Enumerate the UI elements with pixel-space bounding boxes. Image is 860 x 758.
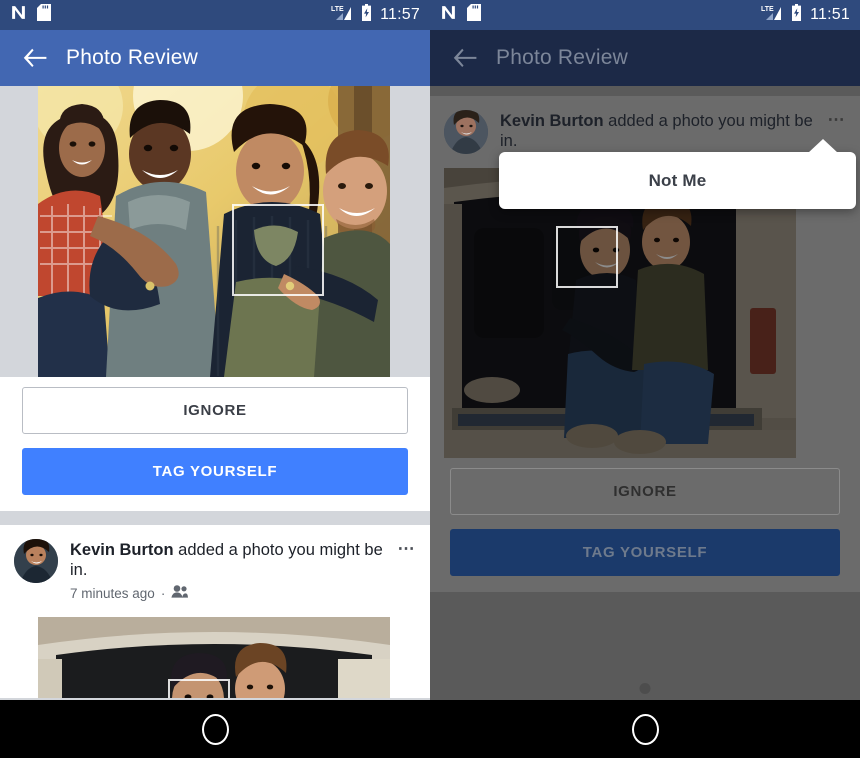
post-photo-suv-couple[interactable]	[430, 168, 860, 458]
back-arrow-icon[interactable]	[18, 41, 52, 75]
phone-screen-right: LTE 11:51 Photo Review Kevin Burton adde…	[430, 0, 860, 758]
phone-screen-left: LTE 11:57 Photo Review IGNORE TAG YOURSE…	[0, 0, 430, 758]
post-photo-suv-couple[interactable]	[0, 617, 430, 698]
battery-charging-icon	[361, 4, 372, 26]
status-bar: LTE 11:57	[0, 0, 430, 30]
post-author-name[interactable]: Kevin Burton	[500, 112, 604, 130]
post-header: Kevin Burton added a photo you might be …	[0, 525, 430, 601]
not-me-button[interactable]: Not Me	[649, 171, 707, 191]
face-detection-box[interactable]	[168, 679, 230, 698]
tag-yourself-button[interactable]: TAG YOURSELF	[450, 529, 840, 576]
ellipsis-icon[interactable]: ⋯	[394, 540, 417, 558]
ignore-button[interactable]: IGNORE	[450, 468, 840, 515]
post-meta: Kevin Burton added a photo you might be …	[500, 110, 846, 154]
status-bar-left-icons	[10, 4, 51, 26]
back-arrow-icon[interactable]	[448, 41, 482, 75]
post-header: Kevin Burton added a photo you might be …	[430, 96, 860, 154]
status-bar-right-icons: LTE 11:51	[761, 4, 850, 26]
post-attribution: Kevin Burton added a photo you might be …	[500, 111, 846, 151]
page-title: Photo Review	[66, 46, 198, 69]
post-attribution-text: Kevin Burton added a photo you might be …	[500, 111, 824, 151]
status-bar-clock: 11:51	[810, 6, 850, 23]
post-actions: IGNORE TAG YOURSELF	[0, 377, 430, 511]
android-n-icon	[440, 4, 457, 26]
avatar[interactable]	[444, 110, 488, 154]
app-bar: Photo Review	[430, 30, 860, 86]
post-attribution: Kevin Burton added a photo you might be …	[70, 540, 416, 580]
sd-card-icon	[467, 4, 481, 26]
svg-text:LTE: LTE	[761, 6, 774, 13]
ignore-button[interactable]: IGNORE	[22, 387, 408, 434]
photo-review-card: Kevin Burton added a photo you might be …	[0, 525, 430, 698]
separator-dot: ·	[160, 585, 166, 601]
ellipsis-icon[interactable]: ⋯	[824, 111, 847, 129]
sd-card-icon	[37, 4, 51, 26]
scroll-dot-indicator	[639, 683, 651, 694]
post-subline: 7 minutes ago ·	[70, 585, 416, 601]
friends-icon[interactable]	[171, 585, 189, 601]
face-detection-box[interactable]	[232, 204, 324, 296]
popup-pointer-arrow	[808, 139, 838, 153]
post-actions: IGNORE TAG YOURSELF	[430, 458, 860, 592]
page-title: Photo Review	[496, 46, 628, 69]
app-bar: Photo Review	[0, 30, 430, 86]
battery-charging-icon	[791, 4, 802, 26]
android-n-icon	[10, 4, 27, 26]
photo-review-feed[interactable]: IGNORE TAG YOURSELF Kevin Burton added a…	[0, 86, 430, 698]
not-me-popup[interactable]: Not Me	[499, 139, 856, 209]
photo-review-card: IGNORE TAG YOURSELF	[0, 86, 430, 511]
post-attribution-text: Kevin Burton added a photo you might be …	[70, 540, 394, 580]
dual-screenshot-comparison: LTE 11:57 Photo Review IGNORE TAG YOURSE…	[0, 0, 860, 758]
home-circle-icon[interactable]	[201, 713, 229, 745]
post-author-name[interactable]: Kevin Burton	[70, 541, 174, 559]
face-detection-box[interactable]	[556, 226, 618, 288]
post-photo-friends-group[interactable]	[0, 86, 430, 377]
android-nav-bar	[0, 700, 430, 758]
status-bar-right-icons: LTE 11:57	[331, 4, 420, 26]
status-bar-left-icons	[440, 4, 481, 26]
status-bar-clock: 11:57	[380, 6, 420, 23]
svg-text:LTE: LTE	[331, 6, 344, 13]
android-nav-bar	[430, 700, 860, 758]
home-circle-icon[interactable]	[631, 713, 659, 745]
tag-yourself-button[interactable]: TAG YOURSELF	[22, 448, 408, 495]
post-timestamp: 7 minutes ago	[70, 585, 155, 601]
lte-signal-icon: LTE	[761, 4, 783, 26]
post-meta: Kevin Burton added a photo you might be …	[70, 539, 416, 601]
avatar[interactable]	[14, 539, 58, 583]
lte-signal-icon: LTE	[331, 4, 353, 26]
status-bar: LTE 11:51	[430, 0, 860, 30]
